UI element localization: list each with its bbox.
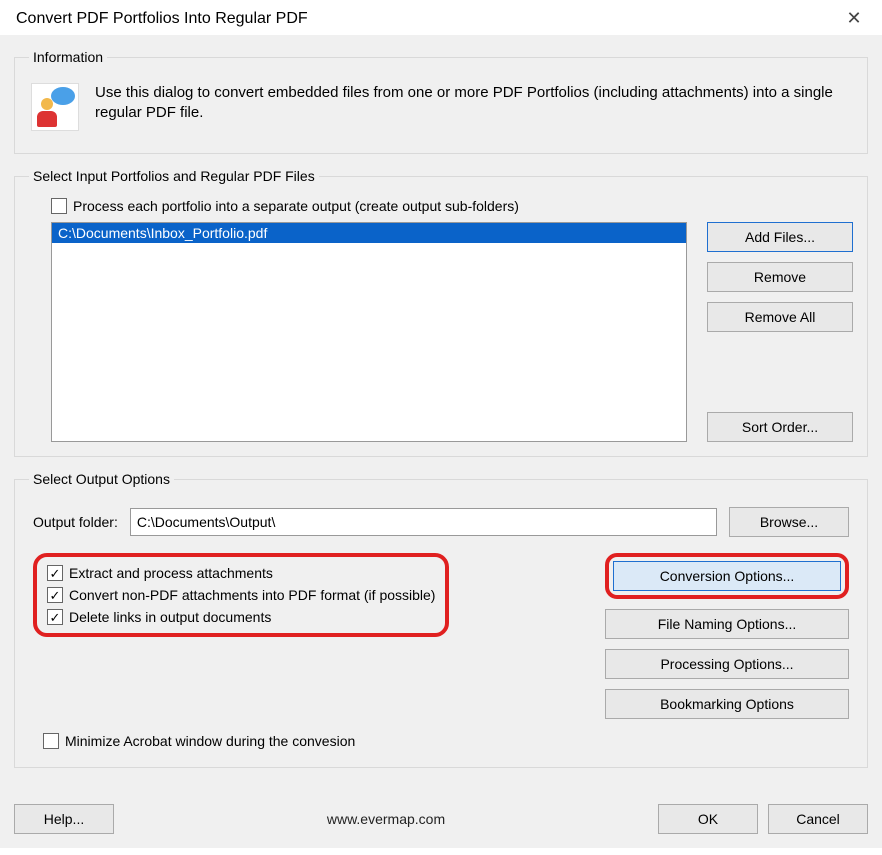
process-each-checkbox[interactable] bbox=[51, 198, 67, 214]
minimize-acrobat-row[interactable]: Minimize Acrobat window during the conve… bbox=[43, 733, 849, 749]
output-group: Select Output Options Output folder: Bro… bbox=[14, 471, 868, 768]
process-each-label: Process each portfolio into a separate o… bbox=[73, 198, 519, 214]
minimize-acrobat-label: Minimize Acrobat window during the conve… bbox=[65, 733, 355, 749]
input-legend: Select Input Portfolios and Regular PDF … bbox=[29, 168, 319, 184]
output-folder-label: Output folder: bbox=[33, 514, 118, 530]
delete-links-row[interactable]: Delete links in output documents bbox=[47, 609, 435, 625]
minimize-acrobat-checkbox[interactable] bbox=[43, 733, 59, 749]
extract-attachments-checkbox[interactable] bbox=[47, 565, 63, 581]
convert-nonpdf-checkbox[interactable] bbox=[47, 587, 63, 603]
information-text: Use this dialog to convert embedded file… bbox=[95, 83, 851, 124]
input-group: Select Input Portfolios and Regular PDF … bbox=[14, 168, 868, 457]
cancel-button[interactable]: Cancel bbox=[768, 804, 868, 834]
remove-button[interactable]: Remove bbox=[707, 262, 853, 292]
titlebar: Convert PDF Portfolios Into Regular PDF … bbox=[0, 0, 882, 35]
remove-all-button[interactable]: Remove All bbox=[707, 302, 853, 332]
extract-attachments-label: Extract and process attachments bbox=[69, 565, 273, 581]
delete-links-checkbox[interactable] bbox=[47, 609, 63, 625]
information-group: Information Use this dialog to convert e… bbox=[14, 49, 868, 154]
browse-button[interactable]: Browse... bbox=[729, 507, 849, 537]
process-each-checkbox-row[interactable]: Process each portfolio into a separate o… bbox=[51, 198, 853, 214]
output-legend: Select Output Options bbox=[29, 471, 174, 487]
extract-attachments-row[interactable]: Extract and process attachments bbox=[47, 565, 435, 581]
file-naming-options-button[interactable]: File Naming Options... bbox=[605, 609, 849, 639]
window-title: Convert PDF Portfolios Into Regular PDF bbox=[16, 10, 308, 28]
info-user-icon bbox=[31, 83, 79, 131]
dialog-footer: Help... www.evermap.com OK Cancel bbox=[0, 794, 882, 848]
bookmarking-options-button[interactable]: Bookmarking Options bbox=[605, 689, 849, 719]
conversion-options-highlight: Conversion Options... bbox=[605, 553, 849, 599]
add-files-button[interactable]: Add Files... bbox=[707, 222, 853, 252]
delete-links-label: Delete links in output documents bbox=[69, 609, 271, 625]
information-legend: Information bbox=[29, 49, 107, 65]
convert-nonpdf-label: Convert non-PDF attachments into PDF for… bbox=[69, 587, 435, 603]
file-list-item[interactable]: C:\Documents\Inbox_Portfolio.pdf bbox=[52, 223, 686, 243]
convert-nonpdf-row[interactable]: Convert non-PDF attachments into PDF for… bbox=[47, 587, 435, 603]
output-folder-input[interactable] bbox=[130, 508, 717, 536]
sort-order-button[interactable]: Sort Order... bbox=[707, 412, 853, 442]
footer-url: www.evermap.com bbox=[124, 811, 648, 827]
ok-button[interactable]: OK bbox=[658, 804, 758, 834]
conversion-options-button[interactable]: Conversion Options... bbox=[613, 561, 841, 591]
attachment-options-highlight: Extract and process attachments Convert … bbox=[33, 553, 449, 637]
close-icon[interactable]: ✕ bbox=[838, 8, 870, 29]
help-button[interactable]: Help... bbox=[14, 804, 114, 834]
file-list[interactable]: C:\Documents\Inbox_Portfolio.pdf bbox=[51, 222, 687, 442]
processing-options-button[interactable]: Processing Options... bbox=[605, 649, 849, 679]
